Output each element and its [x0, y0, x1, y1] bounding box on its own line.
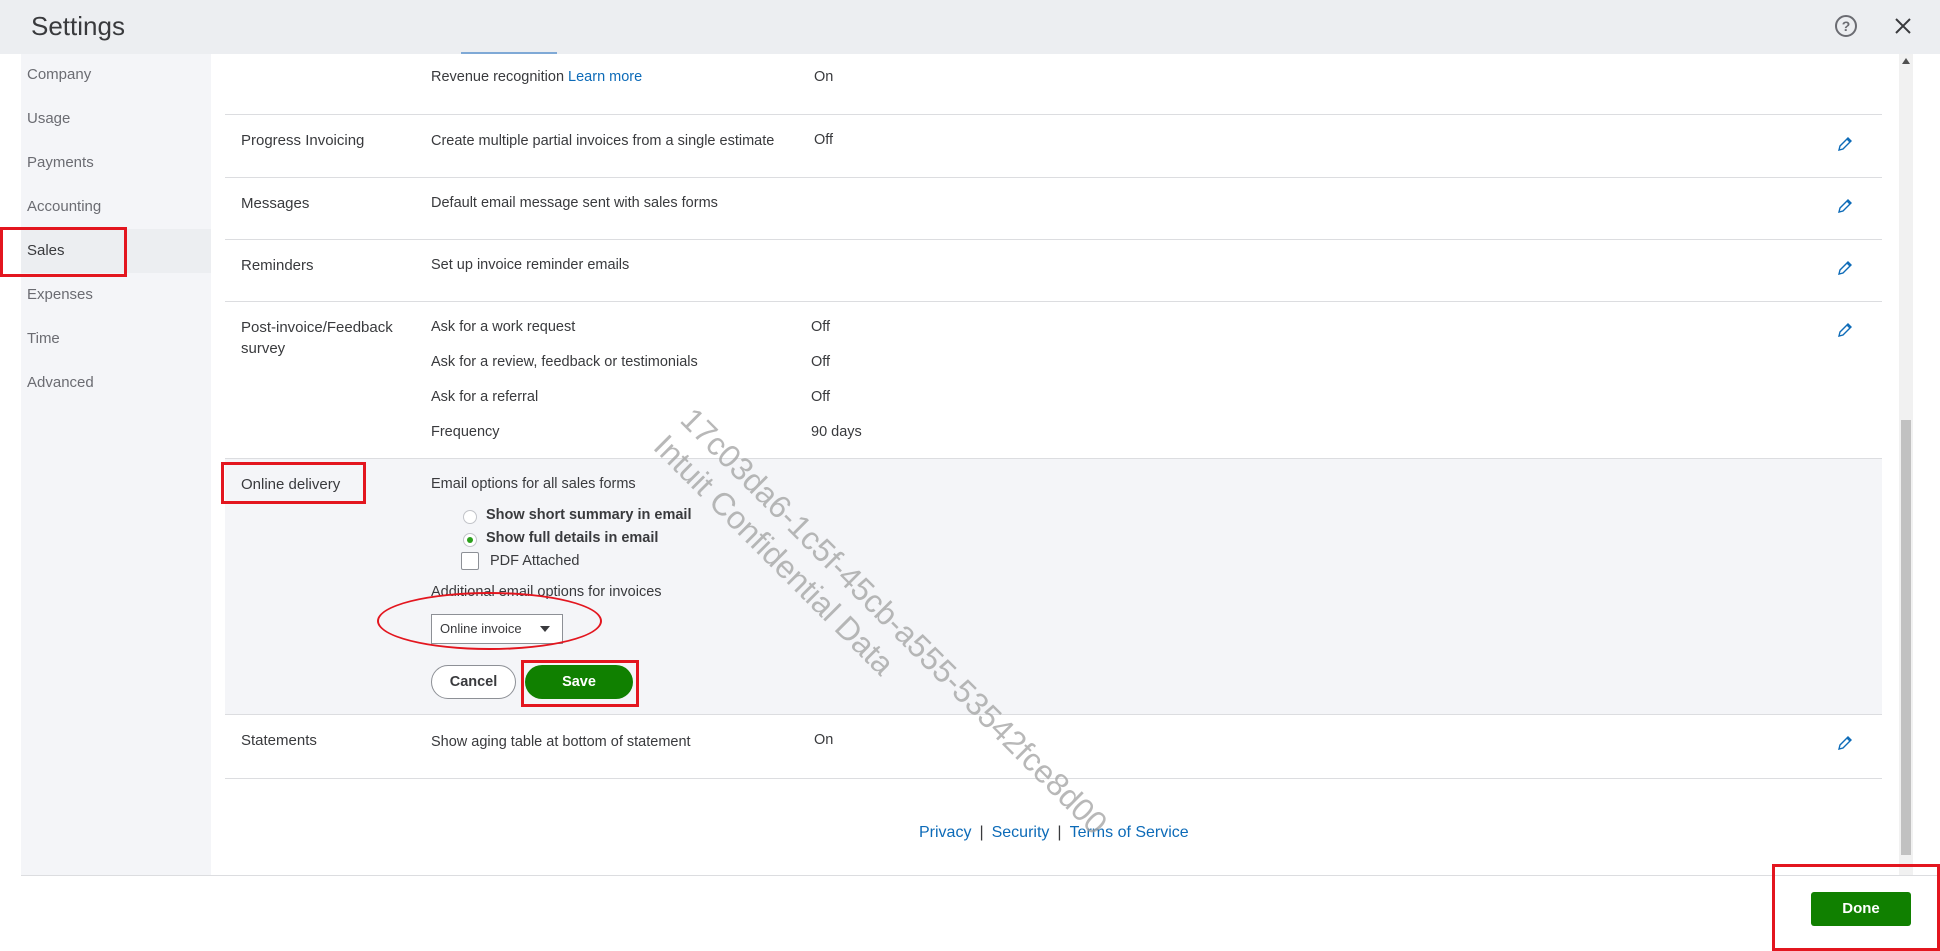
- sidebar-item-company[interactable]: Company: [21, 53, 211, 97]
- highlight-box-sales: [0, 227, 127, 277]
- scroll-up-arrow[interactable]: [1902, 58, 1910, 64]
- revenue-recognition-value: On: [814, 69, 834, 85]
- section-title-progress-invoicing: Progress Invoicing: [241, 132, 365, 149]
- section-title-messages: Messages: [241, 195, 310, 212]
- radio-short-summary-label: Show short summary in email: [486, 507, 692, 523]
- progress-invoicing-desc: Create multiple partial invoices from a …: [431, 133, 775, 149]
- statements-value: On: [814, 732, 834, 748]
- security-link[interactable]: Security: [992, 824, 1050, 841]
- progress-invoicing-value: Off: [814, 132, 834, 148]
- post-invoice-value: 90 days: [811, 424, 862, 440]
- footer-separator: |: [1057, 824, 1062, 841]
- pencil-icon[interactable]: [1836, 321, 1854, 339]
- divider: [225, 177, 1882, 178]
- learn-more-link[interactable]: Learn more: [568, 69, 642, 85]
- terms-link[interactable]: Terms of Service: [1070, 824, 1189, 841]
- reminders-desc: Set up invoice reminder emails: [431, 257, 630, 273]
- highlight-ellipse-select: [377, 592, 602, 650]
- pdf-attached-checkbox[interactable]: [461, 552, 479, 570]
- highlight-box-done: [1772, 864, 1940, 951]
- section-title-post-invoice-line2: survey: [241, 340, 286, 357]
- footer-divider: [21, 875, 1940, 876]
- sidebar-item-usage[interactable]: Usage: [21, 97, 211, 141]
- section-title-post-invoice: Post-invoice/Feedback: [241, 319, 393, 336]
- post-invoice-desc: Ask for a review, feedback or testimonia…: [431, 354, 698, 370]
- pdf-attached-label: PDF Attached: [490, 553, 580, 569]
- revenue-recognition-label: Revenue recognition Learn more: [431, 69, 643, 85]
- post-invoice-desc: Frequency: [431, 424, 500, 440]
- post-invoice-desc: Ask for a referral: [431, 389, 539, 405]
- link-underline: [461, 52, 557, 54]
- scrollbar-thumb[interactable]: [1901, 420, 1911, 855]
- section-title-statements: Statements: [241, 732, 317, 749]
- sidebar-item-payments[interactable]: Payments: [21, 141, 211, 185]
- settings-header: [0, 0, 1940, 54]
- page-title: Settings: [31, 11, 125, 41]
- sidebar-item-expenses[interactable]: Expenses: [21, 273, 211, 317]
- radio-full-details-label: Show full details in email: [486, 530, 659, 546]
- radio-full-details[interactable]: [463, 533, 477, 547]
- post-invoice-value: Off: [811, 319, 831, 335]
- pencil-icon[interactable]: [1836, 259, 1854, 277]
- statements-desc: Show aging table at bottom of statement: [431, 734, 691, 750]
- radio-short-summary[interactable]: [463, 510, 477, 524]
- divider: [225, 778, 1882, 779]
- email-options-label: Email options for all sales forms: [431, 476, 636, 492]
- highlight-box-save: [521, 660, 639, 707]
- divider: [225, 239, 1882, 240]
- divider: [225, 114, 1882, 115]
- pencil-icon[interactable]: [1836, 734, 1854, 752]
- sidebar-item-accounting[interactable]: Accounting: [21, 185, 211, 229]
- divider: [225, 714, 1882, 715]
- post-invoice-value: Off: [811, 354, 831, 370]
- divider: [225, 301, 1882, 302]
- close-icon[interactable]: [1891, 14, 1915, 38]
- highlight-box-online-delivery: [221, 462, 366, 504]
- help-icon[interactable]: ?: [1835, 15, 1857, 37]
- footer-links: Privacy | Security | Terms of Service: [919, 824, 1189, 842]
- pencil-icon[interactable]: [1836, 135, 1854, 153]
- section-title-reminders: Reminders: [241, 257, 314, 274]
- post-invoice-desc: Ask for a work request: [431, 319, 576, 335]
- post-invoice-value: Off: [811, 389, 831, 405]
- sidebar-item-time[interactable]: Time: [21, 317, 211, 361]
- privacy-link[interactable]: Privacy: [919, 824, 971, 841]
- cancel-button[interactable]: Cancel: [431, 665, 516, 699]
- pencil-icon[interactable]: [1836, 197, 1854, 215]
- messages-desc: Default email message sent with sales fo…: [431, 195, 718, 211]
- footer-separator: |: [979, 824, 984, 841]
- sidebar-item-advanced[interactable]: Advanced: [21, 361, 211, 405]
